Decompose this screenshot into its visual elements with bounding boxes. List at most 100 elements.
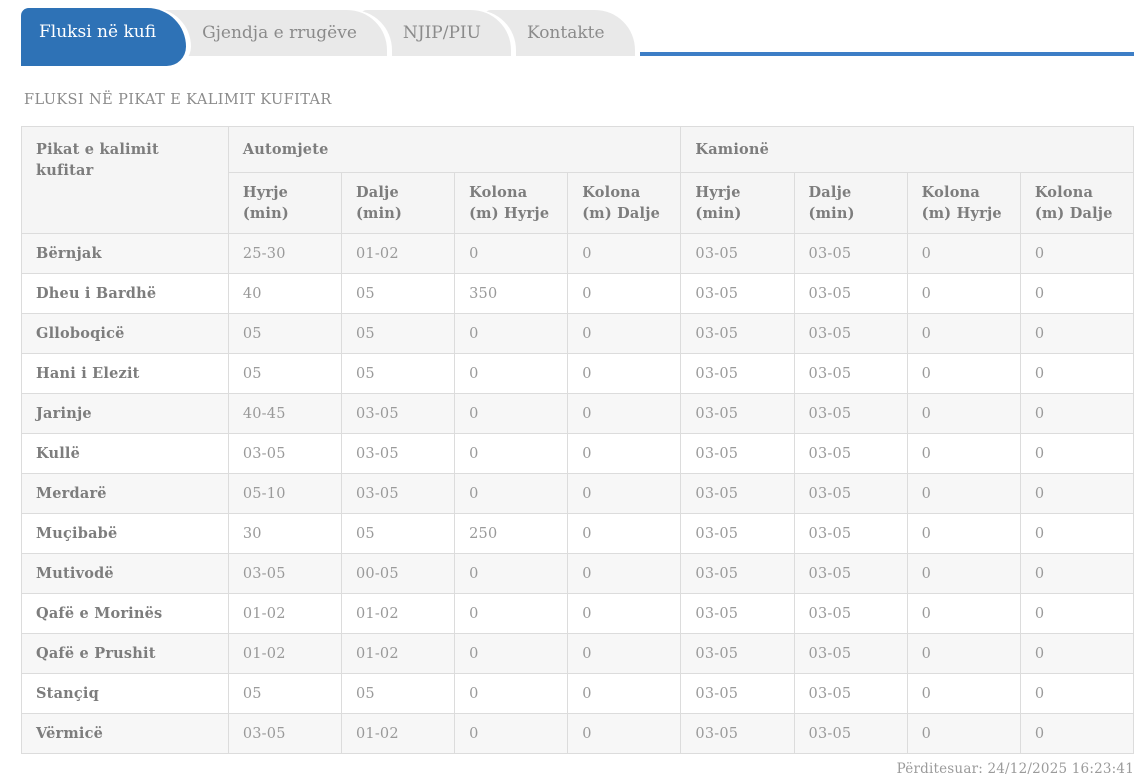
value-cell: 03-05 xyxy=(794,234,907,274)
value-cell: 0 xyxy=(455,554,568,594)
column-header-crossing-points: Pikat e kalimit kufitar xyxy=(22,127,229,234)
value-cell: 05 xyxy=(341,274,454,314)
value-cell: 0 xyxy=(907,394,1020,434)
value-cell: 0 xyxy=(568,674,681,714)
value-cell: 03-05 xyxy=(794,514,907,554)
value-cell: 0 xyxy=(568,514,681,554)
table-row: Qafë e Prushit01-0201-020003-0503-0500 xyxy=(22,634,1134,674)
value-cell: 0 xyxy=(1020,234,1133,274)
value-cell: 0 xyxy=(907,554,1020,594)
value-cell: 01-02 xyxy=(341,234,454,274)
table-row: Hani i Elezit05050003-0503-0500 xyxy=(22,354,1134,394)
value-cell: 0 xyxy=(907,634,1020,674)
value-cell: 0 xyxy=(568,354,681,394)
value-cell: 0 xyxy=(1020,514,1133,554)
crossing-name: Stançiq xyxy=(22,674,229,714)
value-cell: 05 xyxy=(341,314,454,354)
table-row: Bërnjak25-3001-020003-0503-0500 xyxy=(22,234,1134,274)
border-flow-table: Pikat e kalimit kufitar Automjete Kamion… xyxy=(21,126,1134,754)
page: Fluksi në kufi Gjendja e rrugëve NJIP/PI… xyxy=(0,0,1148,777)
value-cell: 30 xyxy=(228,514,341,554)
value-cell: 0 xyxy=(455,434,568,474)
value-cell: 0 xyxy=(907,474,1020,514)
value-cell: 0 xyxy=(1020,594,1133,634)
value-cell: 0 xyxy=(455,474,568,514)
value-cell: 05 xyxy=(341,354,454,394)
value-cell: 03-05 xyxy=(794,554,907,594)
value-cell: 0 xyxy=(568,554,681,594)
value-cell: 0 xyxy=(907,674,1020,714)
value-cell: 0 xyxy=(455,634,568,674)
value-cell: 03-05 xyxy=(681,714,794,754)
value-cell: 03-05 xyxy=(794,314,907,354)
value-cell: 03-05 xyxy=(228,434,341,474)
column-header-queue-entry: Kolona (m) Hyrje xyxy=(455,173,568,234)
value-cell: 0 xyxy=(1020,554,1133,594)
value-cell: 03-05 xyxy=(794,634,907,674)
value-cell: 01-02 xyxy=(228,634,341,674)
value-cell: 03-05 xyxy=(228,714,341,754)
value-cell: 0 xyxy=(907,714,1020,754)
value-cell: 03-05 xyxy=(681,514,794,554)
value-cell: 0 xyxy=(907,274,1020,314)
value-cell: 0 xyxy=(1020,434,1133,474)
value-cell: 0 xyxy=(568,394,681,434)
value-cell: 00-05 xyxy=(341,554,454,594)
value-cell: 0 xyxy=(907,514,1020,554)
value-cell: 0 xyxy=(907,234,1020,274)
value-cell: 05 xyxy=(341,674,454,714)
value-cell: 03-05 xyxy=(681,354,794,394)
value-cell: 05-10 xyxy=(228,474,341,514)
value-cell: 0 xyxy=(455,674,568,714)
value-cell: 01-02 xyxy=(341,714,454,754)
value-cell: 05 xyxy=(228,354,341,394)
value-cell: 03-05 xyxy=(681,634,794,674)
value-cell: 0 xyxy=(1020,394,1133,434)
tab-gjendja-e-rrugeve[interactable]: Gjendja e rrugëve xyxy=(158,10,387,56)
column-header-queue-entry: Kolona (m) Hyrje xyxy=(907,173,1020,234)
value-cell: 0 xyxy=(1020,714,1133,754)
value-cell: 03-05 xyxy=(228,554,341,594)
value-cell: 03-05 xyxy=(794,394,907,434)
crossing-name: Qafë e Morinës xyxy=(22,594,229,634)
value-cell: 03-05 xyxy=(794,474,907,514)
last-updated-timestamp: Përditesuar: 24/12/2025 16:23:41 xyxy=(21,761,1134,777)
value-cell: 03-05 xyxy=(681,274,794,314)
value-cell: 03-05 xyxy=(341,434,454,474)
value-cell: 03-05 xyxy=(681,314,794,354)
value-cell: 03-05 xyxy=(681,434,794,474)
value-cell: 05 xyxy=(228,674,341,714)
value-cell: 0 xyxy=(1020,474,1133,514)
value-cell: 0 xyxy=(1020,674,1133,714)
crossing-name: Bërnjak xyxy=(22,234,229,274)
value-cell: 0 xyxy=(907,314,1020,354)
value-cell: 0 xyxy=(568,274,681,314)
value-cell: 40-45 xyxy=(228,394,341,434)
value-cell: 01-02 xyxy=(228,594,341,634)
value-cell: 01-02 xyxy=(341,634,454,674)
value-cell: 03-05 xyxy=(794,354,907,394)
value-cell: 0 xyxy=(1020,634,1133,674)
value-cell: 0 xyxy=(568,234,681,274)
value-cell: 0 xyxy=(1020,274,1133,314)
value-cell: 03-05 xyxy=(681,234,794,274)
tab-fluksi-ne-kufi[interactable]: Fluksi në kufi xyxy=(21,8,186,66)
value-cell: 0 xyxy=(907,594,1020,634)
crossing-name: Muçibabë xyxy=(22,514,229,554)
table-row: Merdarë05-1003-050003-0503-0500 xyxy=(22,474,1134,514)
value-cell: 03-05 xyxy=(681,474,794,514)
value-cell: 350 xyxy=(455,274,568,314)
value-cell: 03-05 xyxy=(794,434,907,474)
value-cell: 0 xyxy=(455,354,568,394)
column-header-queue-exit: Kolona (m) Dalje xyxy=(1020,173,1133,234)
crossing-name: Merdarë xyxy=(22,474,229,514)
crossing-name: Qafë e Prushit xyxy=(22,634,229,674)
value-cell: 01-02 xyxy=(341,594,454,634)
value-cell: 25-30 xyxy=(228,234,341,274)
value-cell: 0 xyxy=(568,434,681,474)
value-cell: 250 xyxy=(455,514,568,554)
value-cell: 0 xyxy=(907,354,1020,394)
value-cell: 03-05 xyxy=(794,674,907,714)
value-cell: 0 xyxy=(907,434,1020,474)
crossing-name: Dheu i Bardhë xyxy=(22,274,229,314)
